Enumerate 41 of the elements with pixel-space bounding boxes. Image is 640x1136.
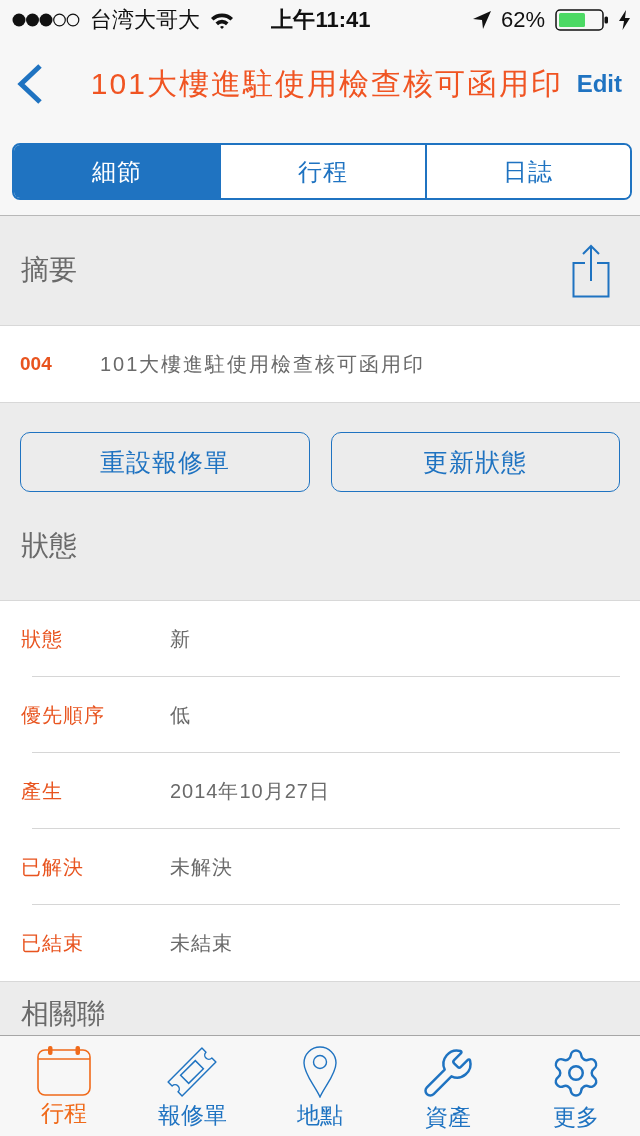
carrier-name: 台湾大哥大 [90, 6, 200, 34]
section-heading: 摘要 [21, 255, 77, 286]
field-label: 已結束 [21, 930, 85, 956]
clock-time: 上午11:41 [271, 6, 371, 34]
ticket-number: 004 [20, 353, 53, 375]
share-button[interactable] [572, 243, 610, 298]
ticket-summary: 101大樓進駐使用檢查核可函用印 [100, 351, 426, 377]
field-label: 狀態 [21, 626, 64, 652]
section-heading: 狀態 [21, 530, 77, 562]
share-icon [572, 243, 610, 298]
action-button[interactable]: 重設報修單 [20, 432, 310, 492]
tab-bar-item[interactable]: 資產 [384, 1036, 512, 1136]
field-label: 優先順序 [21, 702, 106, 728]
tab-bar-item[interactable]: 更多 [512, 1036, 640, 1136]
tab-bar-item[interactable]: 報修單 [128, 1036, 256, 1136]
field-value: 未結束 [170, 930, 233, 956]
ticket-icon [166, 1046, 218, 1098]
section-heading: 相關聯 [21, 998, 105, 1029]
battery-icon [555, 9, 609, 31]
field-label: 產生 [21, 778, 64, 804]
signal-strength-icon [12, 13, 80, 27]
segment-tab[interactable]: 行程 [219, 145, 425, 198]
field-value: 2014年10月27日 [170, 778, 330, 804]
calendar-icon [37, 1046, 91, 1096]
location-arrow-icon [472, 11, 491, 29]
field-value: 新 [170, 626, 191, 652]
field-value: 未解決 [170, 854, 233, 880]
wifi-icon [210, 11, 234, 29]
edit-button[interactable]: Edit [576, 70, 622, 98]
segment-tab[interactable]: 細節 [14, 145, 220, 198]
page-title: 101大樓進駐使用檢查核可函用印 [89, 65, 564, 102]
field-label: 已解決 [21, 854, 85, 880]
field-value: 低 [170, 702, 191, 728]
action-button[interactable]: 更新狀態 [330, 432, 620, 492]
battery-percentage: 62% [500, 7, 545, 33]
tab-bar-item[interactable]: 行程 [0, 1036, 128, 1136]
charging-bolt-icon [619, 10, 630, 30]
segment-tab[interactable]: 日誌 [424, 145, 630, 198]
map-pin-icon [303, 1046, 337, 1098]
wrench-icon [421, 1046, 475, 1100]
tab-bar-item[interactable]: 地點 [256, 1036, 384, 1136]
